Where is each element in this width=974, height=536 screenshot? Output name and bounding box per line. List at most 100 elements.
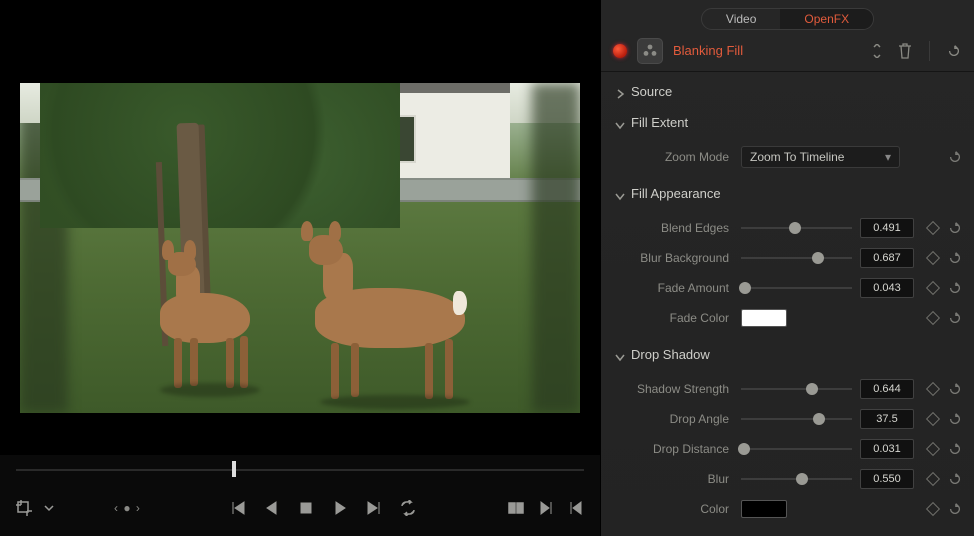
section-title: Fill Extent (631, 115, 688, 130)
last-frame-button[interactable] (364, 498, 384, 518)
param-label: Blur (613, 472, 733, 486)
play-reverse-button[interactable] (262, 498, 282, 518)
inspector-tabs: Video OpenFX (601, 0, 974, 30)
effect-header: Blanking Fill (601, 30, 974, 72)
section-title: Source (631, 84, 672, 99)
fade-amount-value[interactable]: 0.043 (860, 278, 914, 298)
loop-button[interactable] (398, 498, 418, 518)
blur-value[interactable]: 0.550 (860, 469, 914, 489)
stop-button[interactable] (296, 498, 316, 518)
drop-distance-value[interactable]: 0.031 (860, 439, 914, 459)
viewer-panel: ‹ ● › (0, 0, 600, 536)
row-zoom-mode: Zoom Mode Zoom To Timeline ▾ (613, 142, 962, 172)
row-drop-angle: Drop Angle 37.5 (613, 404, 962, 434)
fade-color-swatch[interactable] (741, 309, 787, 327)
chevron-down-icon: ▾ (885, 150, 891, 164)
chevron-down-icon[interactable] (44, 498, 54, 518)
reset-icon[interactable] (948, 382, 962, 396)
keyframe-icon[interactable] (926, 281, 940, 295)
transport-bar: ‹ ● › (0, 485, 600, 531)
tab-video[interactable]: Video (702, 9, 780, 29)
reset-icon[interactable] (948, 502, 962, 516)
next-clip-button[interactable] (536, 498, 556, 518)
shadow-strength-slider[interactable] (741, 380, 852, 398)
crop-icon[interactable] (14, 498, 34, 518)
trash-icon[interactable] (897, 43, 913, 59)
shadow-strength-value[interactable]: 0.644 (860, 379, 914, 399)
inspector-panel: Video OpenFX Blanking Fill Source (600, 0, 974, 536)
section-title: Fill Appearance (631, 186, 721, 201)
keyframe-icon[interactable] (926, 412, 940, 426)
mark-controls[interactable]: ‹ ● › (114, 501, 141, 515)
keyframe-icon[interactable] (926, 502, 940, 516)
param-label: Blur Background (613, 251, 733, 265)
deer-graphic (150, 258, 270, 388)
deer-graphic (295, 243, 475, 403)
param-label: Fade Color (613, 311, 733, 325)
reset-icon[interactable] (948, 442, 962, 456)
row-fade-amount: Fade Amount 0.043 (613, 273, 962, 303)
section-title: Drop Shadow (631, 347, 710, 362)
viewer-canvas[interactable] (0, 0, 600, 455)
row-drop-distance: Drop Distance 0.031 (613, 434, 962, 464)
keyframe-icon[interactable] (926, 311, 940, 325)
fade-amount-slider[interactable] (741, 279, 852, 297)
sort-icon[interactable] (869, 43, 885, 59)
drop-angle-value[interactable]: 37.5 (860, 409, 914, 429)
reset-icon[interactable] (948, 281, 962, 295)
match-frame-button[interactable] (506, 498, 526, 518)
shadow-color-swatch[interactable] (741, 500, 787, 518)
param-label: Drop Distance (613, 442, 733, 456)
drop-angle-slider[interactable] (741, 410, 852, 428)
chevron-down-icon (615, 350, 625, 360)
row-shadow-strength: Shadow Strength 0.644 (613, 374, 962, 404)
zoom-mode-select[interactable]: Zoom To Timeline ▾ (741, 146, 900, 168)
playhead[interactable] (232, 461, 236, 477)
row-fade-color: Fade Color (613, 303, 962, 333)
effect-type-icon[interactable] (637, 38, 663, 64)
blend-edges-slider[interactable] (741, 219, 852, 237)
param-label: Fade Amount (613, 281, 733, 295)
video-frame (20, 83, 580, 413)
viewer-timeline[interactable] (0, 455, 600, 485)
section-header-fill-appearance[interactable]: Fill Appearance (601, 178, 974, 209)
row-blur: Blur 0.550 (613, 464, 962, 494)
row-shadow-color: Color (613, 494, 962, 524)
section-header-source[interactable]: Source (601, 76, 974, 107)
chevron-down-icon (615, 189, 625, 199)
param-label: Color (613, 502, 733, 516)
tab-openfx[interactable]: OpenFX (780, 9, 873, 29)
drop-distance-slider[interactable] (741, 440, 852, 458)
param-label: Shadow Strength (613, 382, 733, 396)
keyframe-icon[interactable] (926, 442, 940, 456)
blur-background-value[interactable]: 0.687 (860, 248, 914, 268)
param-label: Blend Edges (613, 221, 733, 235)
keyframe-icon[interactable] (926, 382, 940, 396)
play-button[interactable] (330, 498, 350, 518)
blur-slider[interactable] (741, 470, 852, 488)
reset-icon[interactable] (948, 311, 962, 325)
section-header-fill-extent[interactable]: Fill Extent (601, 107, 974, 138)
effect-name: Blanking Fill (673, 43, 859, 58)
param-label: Drop Angle (613, 412, 733, 426)
blur-background-slider[interactable] (741, 249, 852, 267)
chevron-right-icon (615, 87, 625, 97)
reset-icon[interactable] (948, 150, 962, 164)
param-label: Zoom Mode (613, 150, 733, 164)
keyframe-icon[interactable] (926, 221, 940, 235)
reset-icon[interactable] (948, 251, 962, 265)
keyframe-icon[interactable] (926, 472, 940, 486)
reset-icon[interactable] (948, 472, 962, 486)
reset-icon[interactable] (948, 412, 962, 426)
reset-icon[interactable] (948, 221, 962, 235)
keyframe-icon[interactable] (926, 251, 940, 265)
chevron-down-icon (615, 118, 625, 128)
first-frame-button[interactable] (228, 498, 248, 518)
prev-clip-button[interactable] (566, 498, 586, 518)
effect-enable-toggle[interactable] (613, 44, 627, 58)
section-header-drop-shadow[interactable]: Drop Shadow (601, 339, 974, 370)
reset-all-icon[interactable] (946, 43, 962, 59)
row-blur-background: Blur Background 0.687 (613, 243, 962, 273)
select-value: Zoom To Timeline (750, 150, 844, 164)
blend-edges-value[interactable]: 0.491 (860, 218, 914, 238)
